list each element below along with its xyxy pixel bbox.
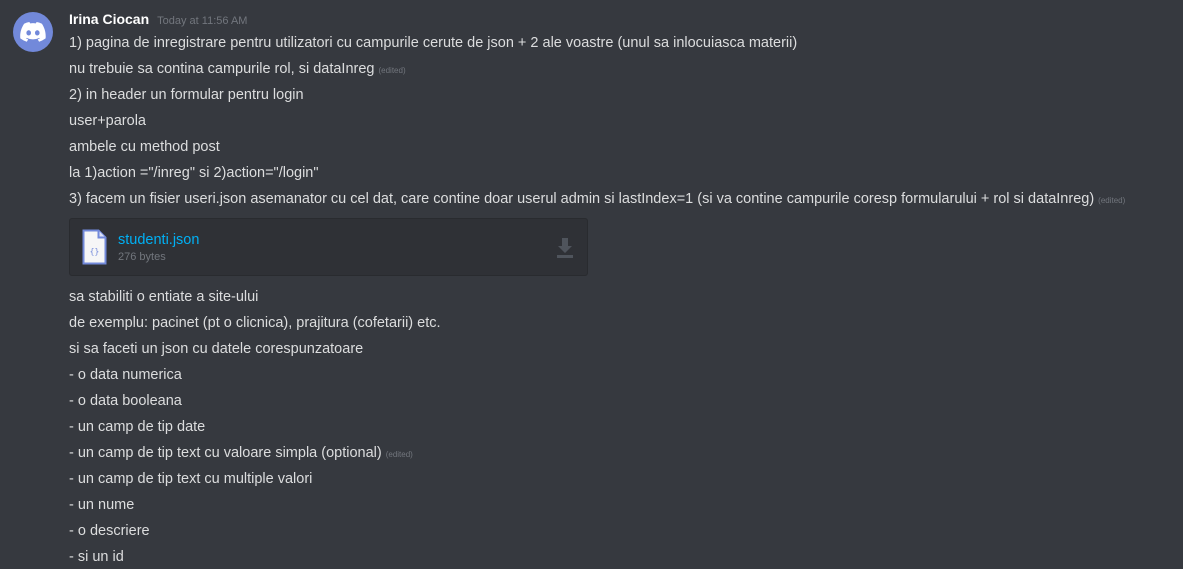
attachment-filename[interactable]: studenti.json [118, 232, 199, 248]
line-text: si sa faceti un json cu datele corespunz… [69, 341, 364, 357]
message-timestamp: Today at 11:56 AM [157, 15, 248, 27]
message-line: 3) facem un fisier useri.json asemanator… [69, 186, 1173, 212]
message-line: - si un id [69, 544, 1173, 569]
line-text: - un camp de tip date [69, 419, 206, 435]
message-line: la 1)action ="/inreg" si 2)action="/logi… [69, 160, 1173, 186]
line-text: 3) facem un fisier useri.json asemanator… [69, 191, 1095, 207]
line-text: - un camp de tip text cu valoare simpla … [69, 445, 382, 461]
message-line: - un camp de tip date [69, 414, 1173, 440]
line-text: 2) in header un formular pentru login [69, 87, 304, 103]
discord-logo-icon [20, 22, 46, 42]
message-line: nu trebuie sa contina campurile rol, si … [69, 56, 1173, 82]
line-text: - un nume [69, 497, 135, 513]
message-line: - un camp de tip text cu multiple valori [69, 466, 1173, 492]
author-name[interactable]: Irina Ciocan [69, 11, 149, 27]
message-line: si sa faceti un json cu datele corespunz… [69, 336, 1173, 362]
line-text: 1) pagina de inregistrare pentru utiliza… [69, 35, 798, 51]
message-line: 1) pagina de inregistrare pentru utiliza… [69, 30, 1173, 56]
line-text: nu trebuie sa contina campurile rol, si … [69, 61, 375, 77]
line-text: de exemplu: pacinet (pt o clicnica), pra… [69, 315, 441, 331]
avatar[interactable] [13, 12, 53, 52]
message-body-top: 1) pagina de inregistrare pentru utiliza… [69, 30, 1173, 212]
message-line: 2) in header un formular pentru login [69, 82, 1173, 108]
message-line: ambele cu method post [69, 134, 1173, 160]
message-line: - o descriere [69, 518, 1173, 544]
message-content: Irina Ciocan Today at 11:56 AM 1) pagina… [69, 11, 1173, 569]
edited-label: (edited) [1098, 196, 1126, 205]
line-text: - un camp de tip text cu multiple valori [69, 471, 313, 487]
line-text: - o data numerica [69, 367, 182, 383]
line-text: la 1)action ="/inreg" si 2)action="/logi… [69, 165, 319, 181]
chat-message: Irina Ciocan Today at 11:56 AM 1) pagina… [0, 0, 1183, 569]
attachment-size: 276 bytes [118, 251, 166, 263]
message-line: user+parola [69, 108, 1173, 134]
message-body-bottom: sa stabiliti o entiate a site-ului de ex… [69, 284, 1173, 569]
line-text: sa stabiliti o entiate a site-ului [69, 289, 259, 305]
edited-label: (edited) [378, 66, 406, 75]
message-line: de exemplu: pacinet (pt o clicnica), pra… [69, 310, 1173, 336]
message-line: - o data numerica [69, 362, 1173, 388]
line-text: - si un id [69, 549, 124, 565]
message-line: sa stabiliti o entiate a site-ului [69, 284, 1173, 310]
line-text: user+parola [69, 113, 146, 129]
message-header: Irina Ciocan Today at 11:56 AM [69, 11, 1173, 31]
line-text: ambele cu method post [69, 139, 220, 155]
download-icon[interactable] [555, 237, 575, 259]
file-attachment: {} studenti.json 276 bytes [69, 218, 588, 276]
message-line: - un camp de tip text cu valoare simpla … [69, 440, 1173, 466]
edited-label: (edited) [385, 450, 413, 459]
message-line: - o data booleana [69, 388, 1173, 414]
svg-text:{}: {} [90, 247, 100, 256]
line-text: - o descriere [69, 523, 150, 539]
line-text: - o data booleana [69, 393, 182, 409]
json-file-icon: {} [82, 229, 107, 265]
message-line: - un nume [69, 492, 1173, 518]
